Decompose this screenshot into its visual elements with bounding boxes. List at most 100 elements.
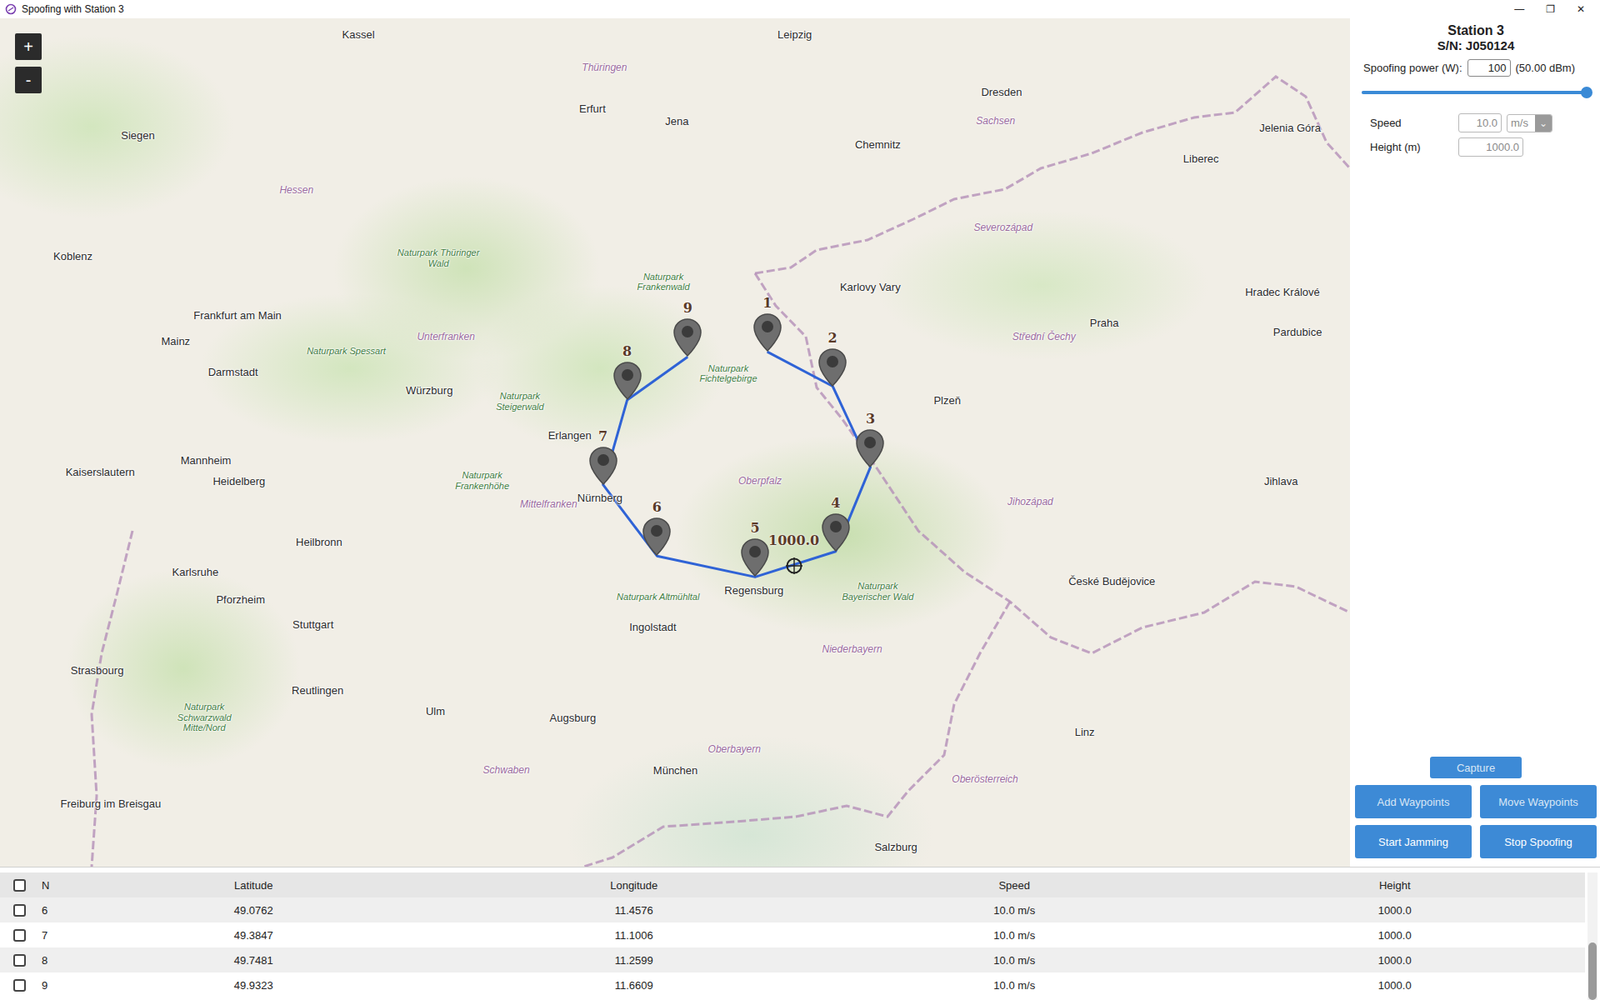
scrollbar-thumb[interactable] — [1588, 942, 1597, 1000]
cell-latitude: 49.0762 — [63, 900, 445, 920]
map-label: Niederbayern — [822, 643, 883, 655]
waypoint-number: 3 — [865, 410, 875, 427]
waypoint-pin-icon[interactable] — [818, 348, 847, 387]
window-control[interactable]: ❐ — [1545, 3, 1555, 15]
capture-button[interactable]: Capture — [1430, 756, 1522, 779]
waypoint-pin-icon[interactable] — [855, 429, 885, 468]
map-label: Augsburg — [550, 711, 597, 725]
height-input[interactable]: 1000.0 — [1458, 137, 1524, 157]
country-border — [755, 76, 1350, 274]
table-row[interactable]: 849.748111.259910.0 m/s1000.0 — [0, 947, 1585, 973]
map-label: Erlangen — [548, 428, 592, 441]
map-label: Erfurt — [579, 102, 606, 115]
app-icon — [5, 3, 17, 15]
map-label: Nürnberg — [577, 490, 623, 504]
waypoint-number: 2 — [828, 330, 838, 346]
action-button[interactable]: Move Waypoints — [1480, 785, 1597, 819]
map-label: Naturpark Thüringer Wald — [396, 248, 480, 270]
map-label: Heidelberg — [212, 475, 265, 488]
cell-latitude: 49.3847 — [63, 925, 445, 945]
map-label: München — [653, 763, 698, 776]
waypoint-pin-icon[interactable] — [821, 513, 850, 552]
column-header[interactable]: Longitude — [444, 875, 825, 895]
map[interactable]: LeipzigDresdenChemnitzErfurtJenaKasselSi… — [0, 18, 1350, 867]
map-label: Jena — [665, 114, 689, 127]
column-header[interactable]: Height — [1205, 875, 1586, 895]
position-marker-icon — [784, 555, 805, 576]
map-label: Dresden — [980, 85, 1022, 98]
action-button[interactable]: Add Waypoints — [1355, 785, 1472, 819]
map-label: Naturpark Altmühltal — [616, 591, 700, 603]
station-title: Station 3 — [1358, 23, 1594, 39]
row-checkbox[interactable] — [13, 929, 26, 942]
table-row[interactable]: 749.384711.100610.0 m/s1000.0 — [0, 922, 1585, 948]
action-button[interactable]: Stop Spoofing — [1480, 825, 1597, 859]
map-label: Mannheim — [180, 454, 232, 467]
map-label: Linz — [1075, 725, 1095, 738]
height-row: Height (m) 1000.0 — [1358, 137, 1594, 157]
map-label: Frankfurt am Main — [193, 309, 281, 322]
map-label: Liberec — [1183, 152, 1220, 165]
map-label: Severozápad — [973, 221, 1033, 234]
action-button[interactable]: Start Jamming — [1355, 825, 1472, 859]
power-input[interactable]: 100 — [1467, 59, 1511, 77]
station-panel: Station 3S/N: J050124 Spoofing power (W):… — [1350, 18, 1600, 867]
window-control[interactable]: — — [1514, 3, 1525, 15]
map-label: Mittelfranken — [520, 498, 578, 510]
map-label: Ulm — [425, 704, 445, 717]
map-label: Jelenia Góra — [1259, 121, 1321, 135]
cell-n: 9 — [38, 975, 64, 995]
map-label: Hessen — [279, 184, 314, 196]
height-label: Height (m) — [1370, 140, 1454, 154]
map-label: Chemnitz — [855, 138, 901, 151]
country-border — [583, 601, 1010, 867]
waypoint-pin-icon[interactable] — [613, 361, 642, 400]
waypoint-pin-icon[interactable] — [740, 538, 770, 577]
cell-n: 6 — [38, 900, 64, 920]
map-label: Ingolstadt — [629, 620, 676, 633]
map-label: Střední Čechy — [1012, 330, 1076, 343]
row-checkbox[interactable] — [13, 979, 26, 992]
header-checkbox-cell — [0, 875, 39, 895]
map-label: Oberösterreich — [951, 773, 1018, 785]
map-label: Pforzheim — [215, 592, 265, 605]
cell-n: 8 — [38, 950, 64, 970]
map-label: Plzeň — [933, 393, 961, 406]
waypoint-pin-icon[interactable] — [753, 313, 782, 352]
unit-select[interactable]: m/s⌄ — [1506, 114, 1553, 133]
table-row[interactable]: 949.932311.660910.0 m/s1000.0 — [0, 972, 1585, 998]
column-header[interactable]: N — [38, 875, 64, 895]
speed-input[interactable]: 10.0 — [1458, 113, 1502, 133]
column-header[interactable]: Latitude — [63, 875, 445, 895]
map-label: Naturpark Frankenhöhe — [440, 470, 525, 492]
zoom-button[interactable]: - — [15, 66, 42, 94]
waypoint-pin-icon[interactable] — [642, 517, 671, 556]
row-checkbox[interactable] — [13, 954, 26, 967]
map-label: Mainz — [160, 335, 190, 348]
column-header[interactable]: Speed — [824, 875, 1205, 895]
row-checkbox-cell — [0, 975, 39, 995]
station-serial: S/N: J050124 — [1358, 38, 1594, 53]
table-row[interactable]: 649.076211.457610.0 m/s1000.0 — [0, 897, 1585, 923]
waypoint-number: 7 — [598, 428, 608, 445]
waypoint-pin-icon[interactable] — [673, 318, 702, 357]
cell-height: 1000.0 — [1205, 975, 1586, 995]
power-slider[interactable] — [1361, 85, 1587, 100]
power-label: Spoofing power (W): — [1363, 61, 1463, 75]
map-label: České Budějovice — [1068, 574, 1155, 587]
map-label: Jihozápad — [1007, 495, 1054, 508]
map-label: Unterfranken — [416, 330, 475, 343]
cell-speed: 10.0 m/s — [824, 925, 1205, 945]
zoom-button[interactable]: + — [15, 33, 42, 60]
map-label: Strasbourg — [70, 663, 125, 676]
slider-thumb[interactable] — [1580, 86, 1593, 99]
cell-longitude: 11.2599 — [444, 950, 825, 970]
table-body: NLatitudeLongitudeSpeedHeight649.076211.… — [0, 872, 1585, 1000]
cell-height: 1000.0 — [1205, 900, 1586, 920]
table-scrollbar[interactable] — [1587, 872, 1598, 1000]
row-checkbox[interactable] — [13, 904, 26, 917]
waypoint-pin-icon[interactable] — [589, 446, 618, 485]
header-checkbox[interactable] — [13, 879, 26, 892]
waypoint-number: 4 — [830, 495, 840, 511]
window-control[interactable]: ✕ — [1576, 3, 1585, 15]
